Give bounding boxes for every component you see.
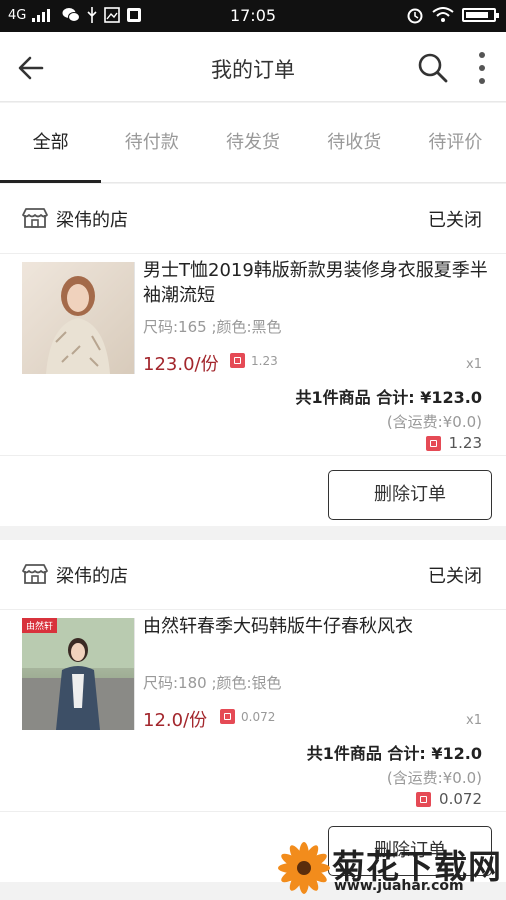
status-right-group (406, 6, 499, 24)
points-icon (230, 353, 245, 368)
flower-logo-icon (278, 842, 330, 894)
divider (134, 262, 135, 374)
order-card: 梁伟的店 已关闭 男士T恤2019韩版新款男装修身衣服夏季半袖潮流短 尺码:16… (0, 184, 506, 526)
product-points: 1.23 (230, 353, 278, 368)
wifi-icon (432, 7, 454, 22)
more-options-icon[interactable] (470, 49, 494, 87)
tab-pending-review[interactable]: 待评价 (405, 103, 506, 182)
order-status: 已关闭 (428, 210, 482, 231)
battery-icon (462, 8, 499, 22)
summary-total-label: 合计: (387, 744, 426, 763)
product-name: 男士T恤2019韩版新款男装修身衣服夏季半袖潮流短 (143, 260, 488, 306)
shop-name: 梁伟的店 (56, 566, 128, 587)
product-sku: 尺码:180 ;颜色:银色 (143, 674, 282, 692)
points-value: 0.072 (241, 709, 276, 724)
watermark-url: www.juahar.com (334, 878, 464, 894)
tab-pending-payment[interactable]: 待付款 (101, 103, 202, 182)
order-status: 已关闭 (428, 566, 482, 587)
summary-count: 共1件商品 (295, 388, 371, 407)
points-value: 1.23 (251, 353, 278, 368)
summary-points-value: 1.23 (448, 434, 482, 452)
product-sku: 尺码:165 ;颜色:黑色 (143, 318, 282, 336)
order-item[interactable]: 男士T恤2019韩版新款男装修身衣服夏季半袖潮流短 尺码:165 ;颜色:黑色 … (0, 254, 506, 384)
search-icon[interactable] (416, 51, 450, 85)
summary-points: 1.23 (425, 434, 482, 452)
points-icon (220, 709, 235, 724)
action-row: 删除订单 (0, 456, 506, 526)
product-name: 由然轩春季大码韩版牛仔春秋风衣 (143, 616, 413, 637)
product-points: 0.072 (220, 709, 275, 724)
shop-row[interactable]: 梁伟的店 已关闭 (0, 540, 506, 610)
product-price: 12.0/份 (143, 710, 208, 731)
tab-pending-receipt[interactable]: 待收货 (304, 103, 405, 182)
points-icon (416, 791, 432, 807)
product-image: 由然轩 (22, 618, 134, 730)
app-bar: 我的订单 (0, 32, 506, 102)
shop-icon (22, 208, 48, 228)
product-quantity: x1 (466, 713, 482, 728)
order-card: 梁伟的店 已关闭 由然轩 由然轩春季大码韩版牛仔春秋风衣 尺码:180 ;颜色:… (0, 540, 506, 882)
divider (134, 618, 135, 730)
shipping-fee: (含运费:¥0.0) (386, 769, 482, 787)
delete-order-button[interactable]: 删除订单 (328, 470, 492, 520)
shop-name: 梁伟的店 (56, 210, 128, 231)
summary-total: ¥12.0 (431, 744, 482, 763)
product-quantity: x1 (466, 357, 482, 372)
summary-count: 共1件商品 (306, 744, 382, 763)
order-item[interactable]: 由然轩 由然轩春季大码韩版牛仔春秋风衣 尺码:180 ;颜色:银色 12.0/份… (0, 610, 506, 740)
summary-total-line: 共1件商品 合计: ¥123.0 (296, 384, 482, 408)
summary-points: 0.072 (416, 790, 482, 808)
summary-total-line: 共1件商品 合计: ¥12.0 (307, 740, 482, 764)
product-badge: 由然轩 (22, 618, 58, 633)
order-summary: 共1件商品 合计: ¥123.0 (含运费:¥0.0) 1.23 (0, 384, 506, 456)
summary-total: ¥123.0 (420, 388, 482, 407)
watermark: 菊花下载网 www.juahar.com (276, 838, 506, 900)
order-summary: 共1件商品 合计: ¥12.0 (含运费:¥0.0) 0.072 (0, 740, 506, 812)
order-tabs: 全部 待付款 待发货 待收货 待评价 (0, 103, 506, 183)
product-price: 123.0/份 (143, 354, 219, 375)
status-bar: 4G 17:05 (0, 0, 506, 32)
points-icon (425, 435, 441, 451)
shipping-fee: (含运费:¥0.0) (386, 413, 482, 431)
summary-points-value: 0.072 (439, 790, 482, 808)
tab-all[interactable]: 全部 (0, 103, 102, 183)
summary-total-label: 合计: (376, 388, 415, 407)
tab-pending-shipment[interactable]: 待发货 (202, 103, 303, 182)
alarm-icon (407, 8, 423, 24)
product-image (22, 262, 134, 374)
shop-row[interactable]: 梁伟的店 已关闭 (0, 184, 506, 254)
shop-icon (22, 564, 48, 584)
